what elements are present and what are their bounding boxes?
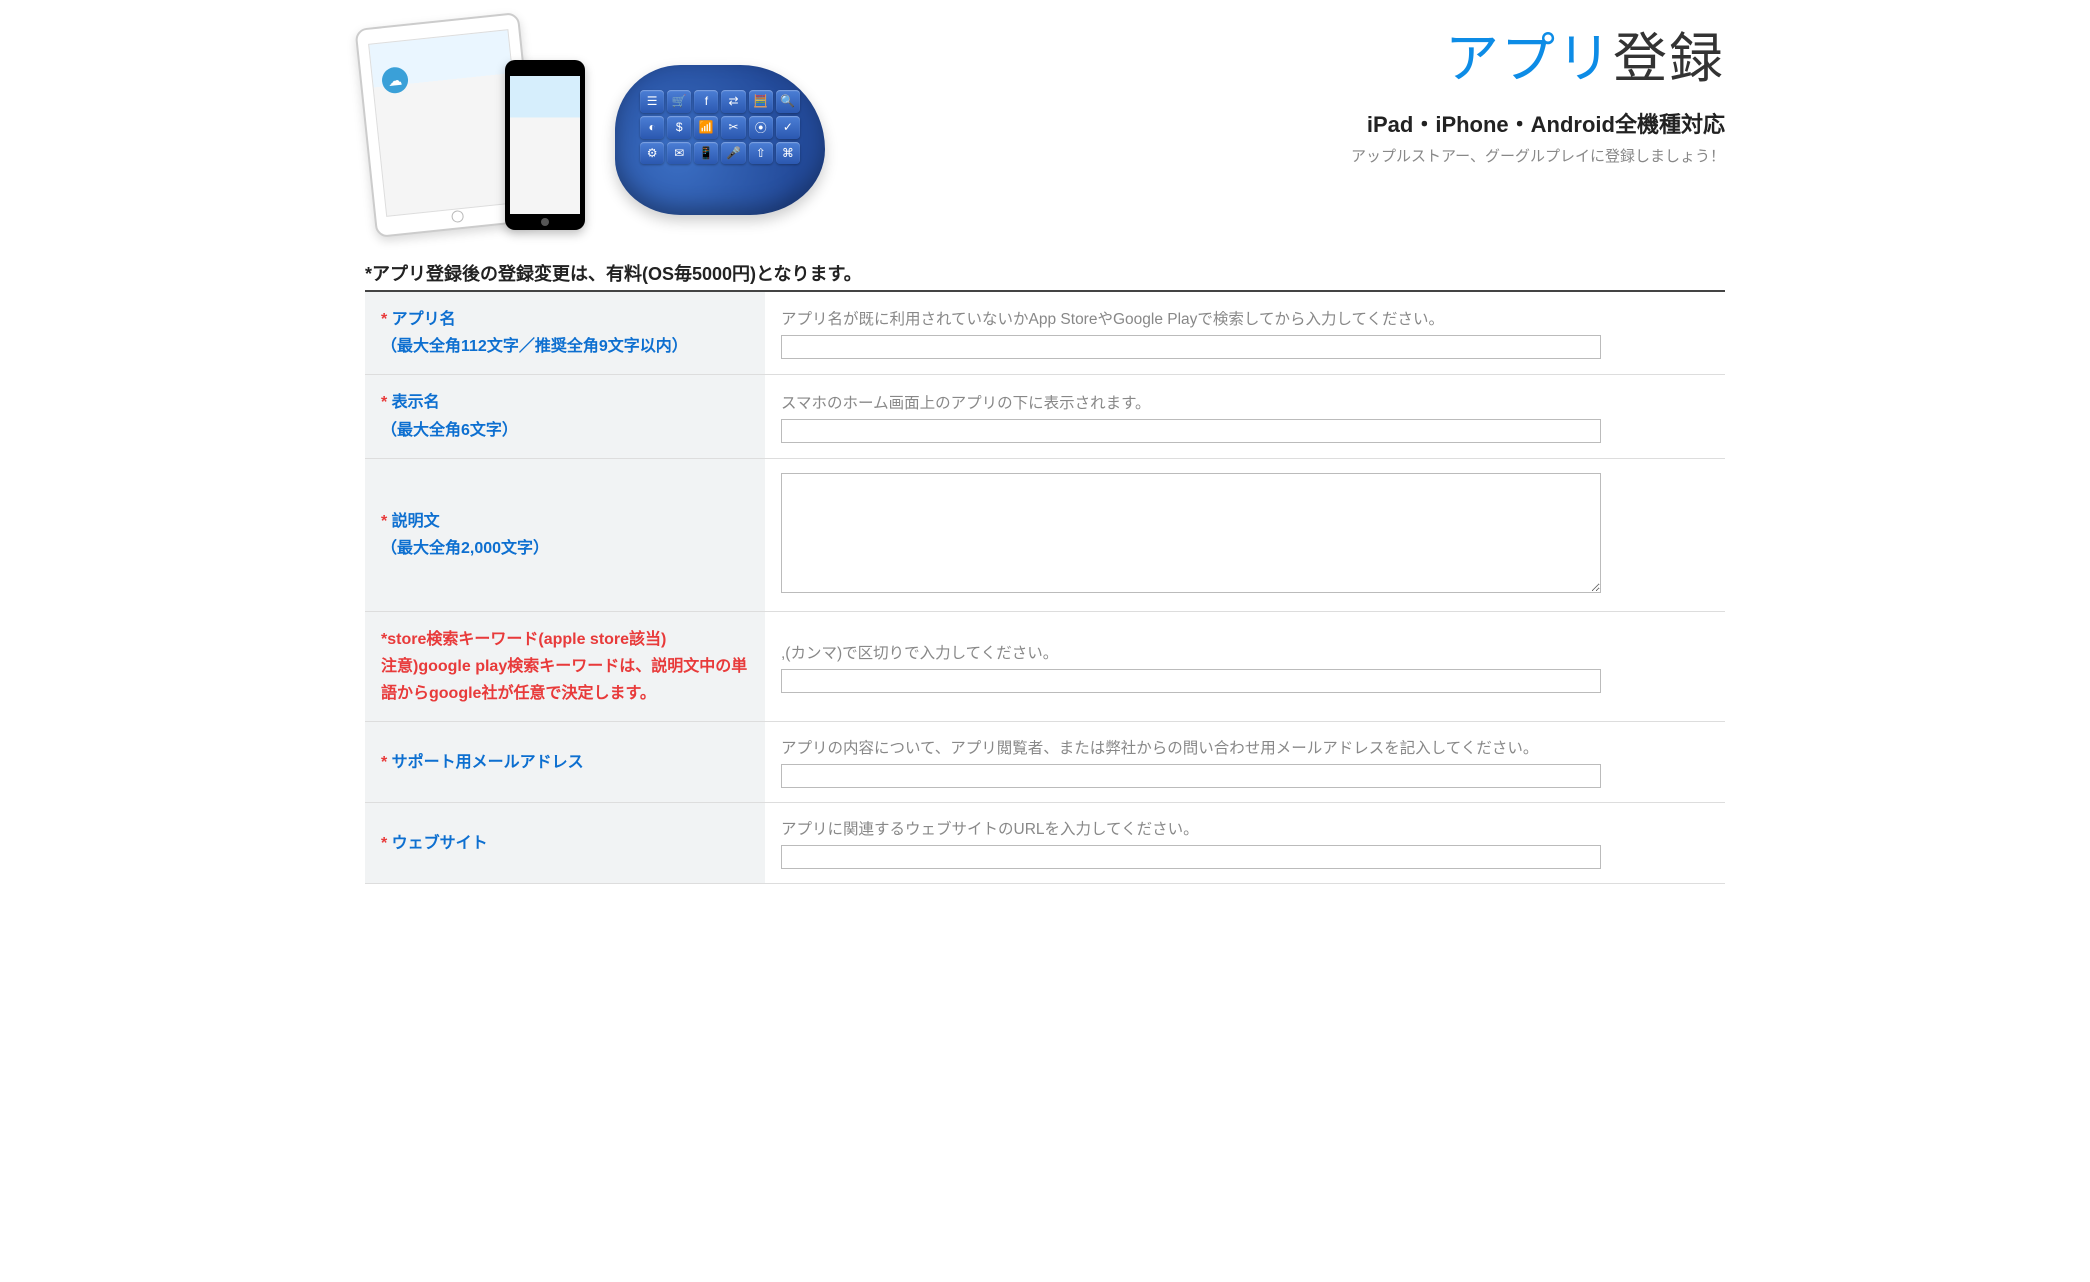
label-main: 表示名 <box>392 394 440 411</box>
devices-illustration: ☁ <box>365 10 595 240</box>
hint-text: アプリに関連するウェブサイトのURLを入力してください。 <box>781 817 1709 839</box>
page-tagline: アップルストアー、グーグルプレイに登録しましょう！ <box>1351 145 1725 166</box>
cloud-tile-icon: ⇧ <box>749 142 773 165</box>
price-notice: *アプリ登録後の登録変更は、有料(OS毎5000円)となります。 <box>365 260 1725 290</box>
cloud-tile-icon: 🔍 <box>776 90 800 113</box>
cloud-tile-icon: $ <box>667 116 691 139</box>
keywords-input[interactable] <box>781 669 1601 693</box>
cloud-illustration: ☰🛒f⇄🧮🔍 ◐$📶✂⦿✓ ⚙✉📱🎤⇧⌘ <box>615 65 825 215</box>
cloud-tile-icon: ✓ <box>776 116 800 139</box>
page: ☁ ☰🛒f⇄🧮🔍 ◐$📶✂⦿✓ ⚙✉📱🎤⇧⌘ アプリ登録 iPad・iPhone・A… <box>345 0 1745 894</box>
label-main: アプリ名 <box>392 311 456 328</box>
form-row-support_email: * サポート用メールアドレスアプリの内容について、アプリ閲覧者、または弊社からの… <box>365 722 1725 803</box>
value-cell-description <box>765 458 1725 611</box>
label-note: 注意)google play検索キーワードは、説明文中の単語からgoogle社が… <box>381 658 747 702</box>
header-titles: アプリ登録 iPad・iPhone・Android全機種対応 アップルストアー、… <box>1351 10 1725 166</box>
cloud-tile-icon: ☰ <box>640 90 664 113</box>
required-mark: * <box>381 754 392 771</box>
cloud-tile-icon: ⦿ <box>749 116 773 139</box>
app_name-input[interactable] <box>781 335 1601 359</box>
header-illustrations: ☁ ☰🛒f⇄🧮🔍 ◐$📶✂⦿✓ ⚙✉📱🎤⇧⌘ <box>365 10 825 240</box>
cloud-tile-icon: f <box>694 90 718 113</box>
form-row-keywords: *store検索キーワード(apple store該当)注意)google pl… <box>365 611 1725 722</box>
cloud-tile-icon: ◐ <box>640 116 664 139</box>
cloud-tile-icon: ✂ <box>721 116 745 139</box>
label-cell-website: * ウェブサイト <box>365 803 765 884</box>
form-row-description: * 説明文 （最大全角2,000文字） <box>365 458 1725 611</box>
cloud-upload-icon: ☁ <box>381 66 410 95</box>
hint-text: アプリの内容について、アプリ閲覧者、または弊社からの問い合わせ用メールアドレスを… <box>781 736 1709 758</box>
label-cell-description: * 説明文 （最大全角2,000文字） <box>365 458 765 611</box>
hint-text: スマホのホーム画面上のアプリの下に表示されます。 <box>781 391 1709 413</box>
required-mark: * <box>381 835 392 852</box>
header: ☁ ☰🛒f⇄🧮🔍 ◐$📶✂⦿✓ ⚙✉📱🎤⇧⌘ アプリ登録 iPad・iPhone・A… <box>365 10 1725 250</box>
label-main: store検索キーワード(apple store該当) <box>387 631 666 648</box>
cloud-tile-icon: 📱 <box>694 142 718 165</box>
description-input[interactable] <box>781 473 1601 593</box>
form-row-display_name: * 表示名 （最大全角6文字） スマホのホーム画面上のアプリの下に表示されます。 <box>365 375 1725 458</box>
value-cell-support_email: アプリの内容について、アプリ閲覧者、または弊社からの問い合わせ用メールアドレスを… <box>765 722 1725 803</box>
label-main: ウェブサイト <box>392 835 488 852</box>
value-cell-website: アプリに関連するウェブサイトのURLを入力してください。 <box>765 803 1725 884</box>
iphone-illustration <box>505 60 585 230</box>
cloud-tile-icon: 🧮 <box>749 90 773 113</box>
label-main: 説明文 <box>392 513 440 530</box>
value-cell-keywords: ,(カンマ)で区切りで入力してください。 <box>765 611 1725 722</box>
form-row-app_name: * アプリ名 （最大全角112文字／推奨全角9文字以内） アプリ名が既に利用されてい… <box>365 291 1725 375</box>
cloud-tile-icon: 📶 <box>694 116 718 139</box>
label-sub: （最大全角2,000文字） <box>381 540 549 557</box>
label-main: サポート用メールアドレス <box>392 754 584 771</box>
form-row-website: * ウェブサイトアプリに関連するウェブサイトのURLを入力してください。 <box>365 803 1725 884</box>
page-subtitle: iPad・iPhone・Android全機種対応 <box>1351 107 1725 139</box>
page-title-accent: アプリ <box>1445 29 1613 89</box>
required-mark: * <box>381 394 392 411</box>
cloud-tile-icon: ⇄ <box>721 90 745 113</box>
required-mark: * <box>381 311 392 328</box>
display_name-input[interactable] <box>781 419 1601 443</box>
page-title-dark: 登録 <box>1613 29 1725 89</box>
form-body: * アプリ名 （最大全角112文字／推奨全角9文字以内） アプリ名が既に利用されてい… <box>365 291 1725 884</box>
label-sub: （最大全角6文字） <box>381 422 518 439</box>
label-cell-keywords: *store検索キーワード(apple store該当)注意)google pl… <box>365 611 765 722</box>
cloud-tile-icon: ⌘ <box>776 142 800 165</box>
support_email-input[interactable] <box>781 764 1601 788</box>
cloud-icon-grid: ☰🛒f⇄🧮🔍 ◐$📶✂⦿✓ ⚙✉📱🎤⇧⌘ <box>640 90 800 190</box>
label-cell-app_name: * アプリ名 （最大全角112文字／推奨全角9文字以内） <box>365 291 765 375</box>
website-input[interactable] <box>781 845 1601 869</box>
label-cell-support_email: * サポート用メールアドレス <box>365 722 765 803</box>
required-mark: * <box>381 513 392 530</box>
hint-text: ,(カンマ)で区切りで入力してください。 <box>781 641 1709 663</box>
value-cell-display_name: スマホのホーム画面上のアプリの下に表示されます。 <box>765 375 1725 458</box>
value-cell-app_name: アプリ名が既に利用されていないかApp StoreやGoogle Playで検索… <box>765 291 1725 375</box>
cloud-tile-icon: 🎤 <box>721 142 745 165</box>
label-sub: （最大全角112文字／推奨全角9文字以内） <box>381 338 688 355</box>
form-table: * アプリ名 （最大全角112文字／推奨全角9文字以内） アプリ名が既に利用されてい… <box>365 290 1725 884</box>
cloud-tile-icon: ✉ <box>667 142 691 165</box>
cloud-tile-icon: ⚙ <box>640 142 664 165</box>
hint-text: アプリ名が既に利用されていないかApp StoreやGoogle Playで検索… <box>781 307 1709 329</box>
label-cell-display_name: * 表示名 （最大全角6文字） <box>365 375 765 458</box>
page-title: アプリ登録 <box>1351 30 1725 89</box>
cloud-tile-icon: 🛒 <box>667 90 691 113</box>
